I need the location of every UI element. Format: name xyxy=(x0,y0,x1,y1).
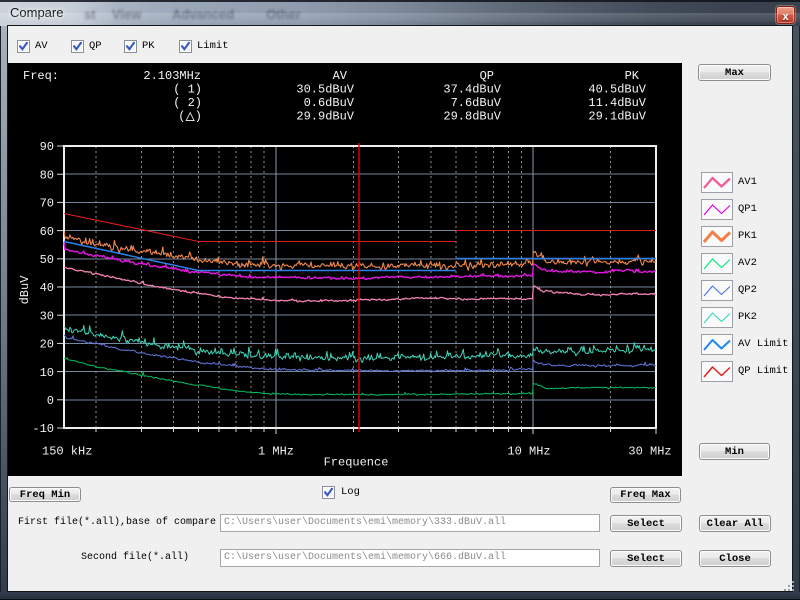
svg-text:29.9dBuV: 29.9dBuV xyxy=(296,110,354,124)
svg-text:11.4dBuV: 11.4dBuV xyxy=(588,96,646,110)
svg-text:30.5dBuV: 30.5dBuV xyxy=(296,83,354,97)
svg-text:1 MHz: 1 MHz xyxy=(258,445,294,459)
svg-text:30 MHz: 30 MHz xyxy=(628,445,671,459)
svg-text:Freq:: Freq: xyxy=(23,69,59,83)
svg-text:AV: AV xyxy=(333,69,348,83)
svg-text:50: 50 xyxy=(40,253,54,267)
svg-text:20: 20 xyxy=(40,338,54,352)
svg-text:90: 90 xyxy=(40,140,54,154)
svg-text:29.1dBuV: 29.1dBuV xyxy=(588,110,646,124)
svg-text:7.6dBuV: 7.6dBuV xyxy=(451,96,502,110)
svg-text:29.8dBuV: 29.8dBuV xyxy=(443,110,501,124)
svg-text:0: 0 xyxy=(47,394,54,408)
svg-text:37.4dBuV: 37.4dBuV xyxy=(443,83,501,97)
svg-text:(△): (△) xyxy=(178,108,202,126)
svg-text:10: 10 xyxy=(40,366,54,380)
svg-text:Frequence: Frequence xyxy=(324,456,389,470)
svg-text:70: 70 xyxy=(40,197,54,211)
svg-text:QP: QP xyxy=(480,69,494,83)
svg-text:dBuV: dBuV xyxy=(18,275,32,305)
svg-text:150 kHz: 150 kHz xyxy=(42,445,92,459)
svg-text:PK: PK xyxy=(625,69,640,83)
svg-text:30: 30 xyxy=(40,309,54,323)
svg-text:80: 80 xyxy=(40,168,54,182)
svg-text:-10: -10 xyxy=(32,422,54,436)
svg-text:10 MHz: 10 MHz xyxy=(507,445,550,459)
svg-text:0.6dBuV: 0.6dBuV xyxy=(304,96,355,110)
svg-text:40: 40 xyxy=(40,281,54,295)
svg-text:( 1): ( 1) xyxy=(173,83,202,97)
svg-text:40.5dBuV: 40.5dBuV xyxy=(588,83,646,97)
svg-text:60: 60 xyxy=(40,225,54,239)
svg-text:2.103MHz: 2.103MHz xyxy=(143,69,201,83)
